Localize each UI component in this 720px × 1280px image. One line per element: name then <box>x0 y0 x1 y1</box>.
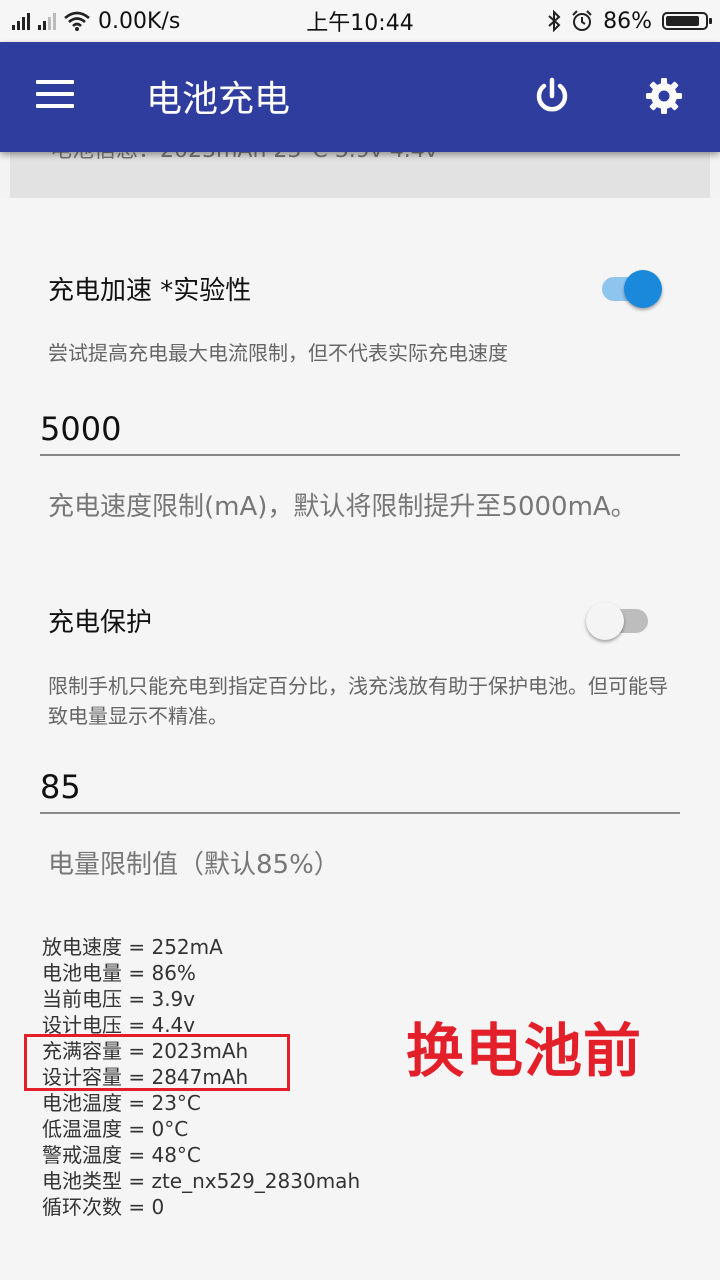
status-bar: 0.00K/s 上午10:44 86% <box>0 0 720 42</box>
charge-boost-description: 尝试提高充电最大电流限制，但不代表实际充电速度 <box>48 341 508 365</box>
page-title: 电池充电 <box>146 79 291 120</box>
stat-line: 放电速度 = 252mA <box>42 935 223 959</box>
charge-limit-input[interactable]: 85 <box>40 758 680 814</box>
battery-percent: 86% <box>603 8 652 34</box>
stat-line: 电池电量 = 86% <box>42 961 196 985</box>
settings-content: 充电加速 *实验性 尝试提高充电最大电流限制，但不代表实际充电速度 5000 充… <box>0 198 720 1280</box>
charge-boost-title: 充电加速 *实验性 <box>48 276 252 306</box>
clock: 上午10:44 <box>306 11 414 36</box>
charge-protect-title: 充电保护 <box>48 608 153 638</box>
stat-line: 电池温度 = 23°C <box>42 1091 201 1115</box>
bluetooth-icon <box>548 10 561 32</box>
stat-line: 警戒温度 = 48°C <box>42 1143 201 1167</box>
stat-line: 电池类型 = zte_nx529_2830mah <box>42 1169 361 1193</box>
annotation-label: 换电池前 <box>406 1017 643 1085</box>
alarm-icon <box>572 10 592 31</box>
gear-icon[interactable] <box>644 76 684 116</box>
charge-boost-switch[interactable] <box>600 266 664 308</box>
charge-protect-description: 限制手机只能充电到指定百分比，浅充浅放有助于保护电池。但可能导致电量显示不精准。 <box>48 674 668 728</box>
charge-speed-hint: 充电速度限制(mA)，默认将限制提升至5000mA。 <box>48 492 637 522</box>
app-bar: 电池充电 <box>0 42 720 152</box>
stat-line: 低温温度 = 0°C <box>42 1117 189 1141</box>
charge-limit-hint: 电量限制值（默认85%） <box>48 850 340 880</box>
charge-protect-switch[interactable] <box>586 598 652 640</box>
stat-line: 当前电压 = 3.9v <box>42 987 196 1011</box>
highlight-box <box>24 1034 290 1091</box>
battery-icon <box>662 12 712 30</box>
power-icon[interactable] <box>532 76 572 116</box>
charge-speed-input[interactable]: 5000 <box>40 400 680 456</box>
hamburger-menu-icon[interactable] <box>36 80 76 112</box>
stat-line: 循环次数 = 0 <box>42 1195 165 1219</box>
